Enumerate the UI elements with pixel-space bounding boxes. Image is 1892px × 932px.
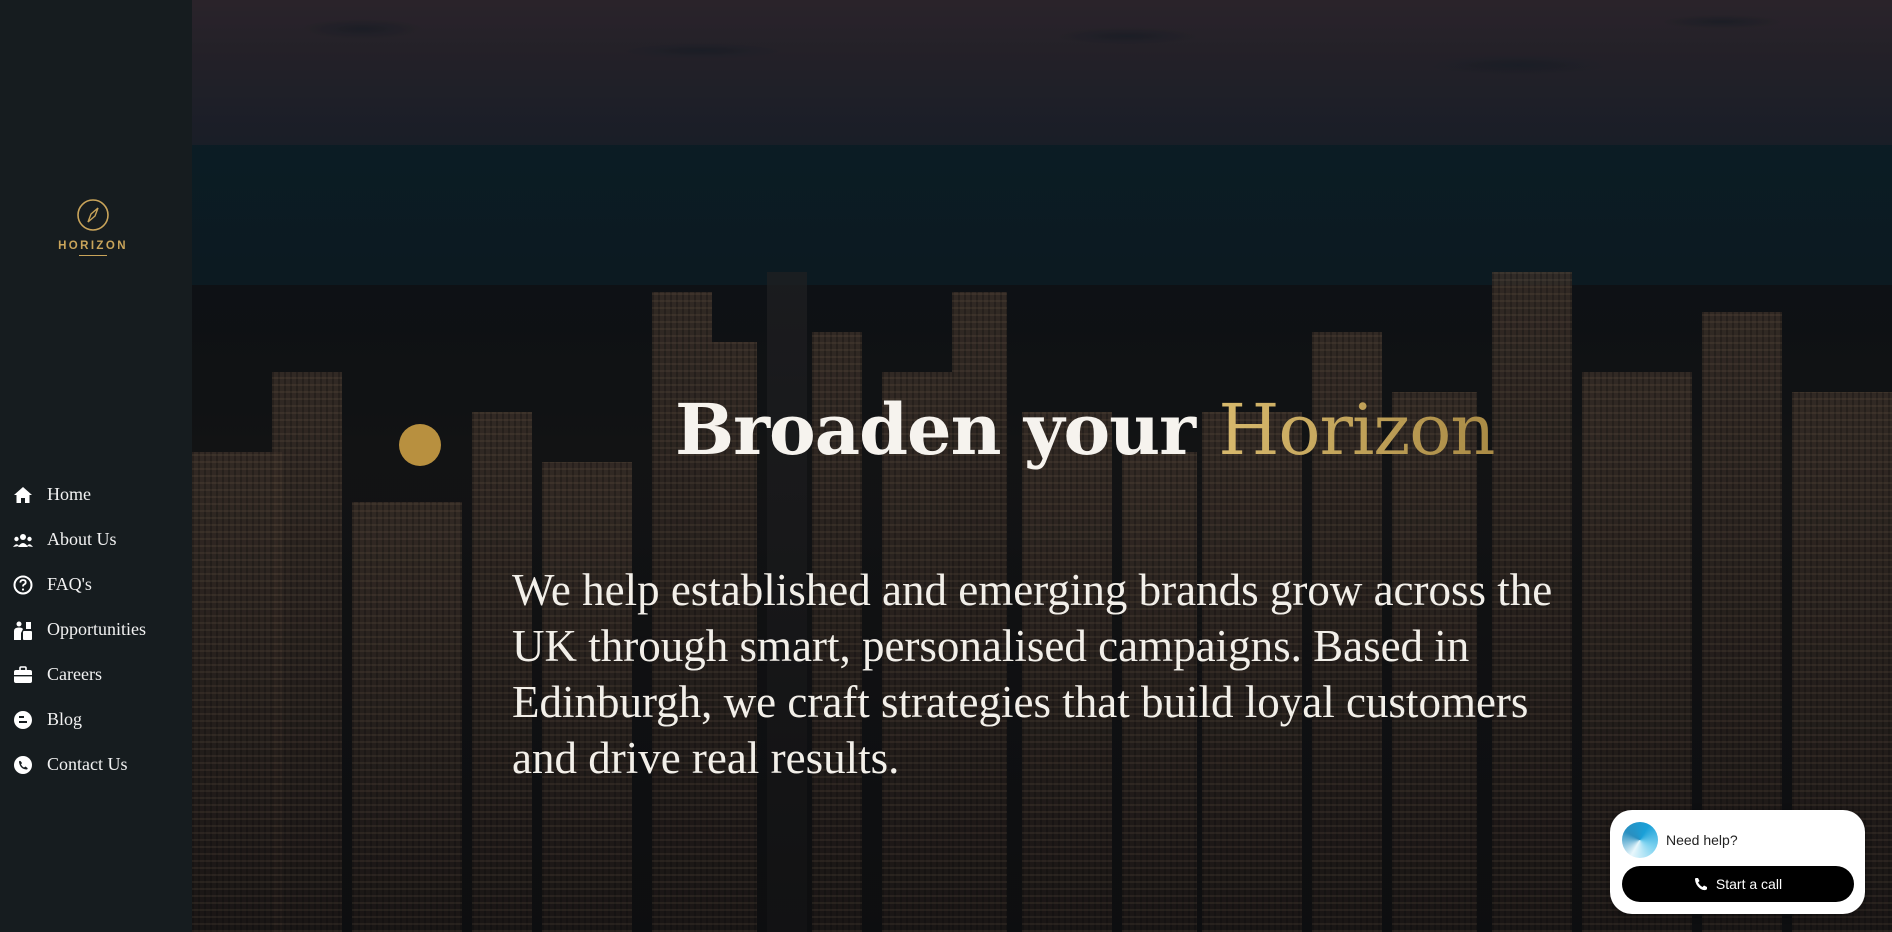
help-chat-widget: Need help? Start a call xyxy=(1610,810,1865,914)
nav-item-careers[interactable]: Careers xyxy=(12,652,192,697)
contact-icon xyxy=(12,754,34,776)
nav-item-label: About Us xyxy=(47,529,117,549)
brand-name: HORIZON xyxy=(58,240,128,252)
start-call-label: Start a call xyxy=(1715,876,1783,892)
accent-dot xyxy=(399,424,441,466)
blog-icon xyxy=(12,709,34,731)
brand-logo[interactable]: HORIZON xyxy=(58,198,128,256)
nav-item-blog[interactable]: Blog xyxy=(12,697,192,742)
sidebar: HORIZON Home About Us FAQ's Opportunitie… xyxy=(0,0,192,932)
nav-item-label: Careers xyxy=(47,664,102,684)
logo-underline xyxy=(79,255,107,256)
nav-item-label: Opportunities xyxy=(47,619,146,639)
nav-item-home[interactable]: Home xyxy=(12,472,192,517)
chat-prompt: Need help? xyxy=(1666,832,1738,848)
hero-lead-text: We help established and emerging brands … xyxy=(512,565,1553,783)
start-call-button[interactable]: Start a call xyxy=(1622,866,1854,902)
nav-item-label: Contact Us xyxy=(47,754,128,774)
nav-item-label: Blog xyxy=(47,709,83,729)
main-nav: Home About Us FAQ's Opportunities Career… xyxy=(12,472,192,787)
nav-item-label: Home xyxy=(47,484,91,504)
nav-item-faqs[interactable]: FAQ's xyxy=(12,562,192,607)
opportunities-icon xyxy=(12,619,34,641)
briefcase-icon xyxy=(12,664,34,686)
nav-item-label: FAQ's xyxy=(47,574,92,594)
assistant-avatar xyxy=(1622,822,1658,858)
phone-icon xyxy=(1694,878,1707,891)
nav-item-about-us[interactable]: About Us xyxy=(12,517,192,562)
hero-headline: Broaden your Horizon xyxy=(675,388,1496,471)
question-icon xyxy=(12,574,34,596)
hero-section: Broaden your Horizon We help established… xyxy=(192,0,1892,932)
headline-highlight: Horizon xyxy=(1218,389,1495,471)
users-icon xyxy=(12,529,34,551)
headline-text: Broaden your xyxy=(675,388,1219,471)
nav-item-opportunities[interactable]: Opportunities xyxy=(12,607,192,652)
nav-item-contact-us[interactable]: Contact Us xyxy=(12,742,192,787)
home-icon xyxy=(12,484,34,506)
compass-icon xyxy=(77,199,109,231)
